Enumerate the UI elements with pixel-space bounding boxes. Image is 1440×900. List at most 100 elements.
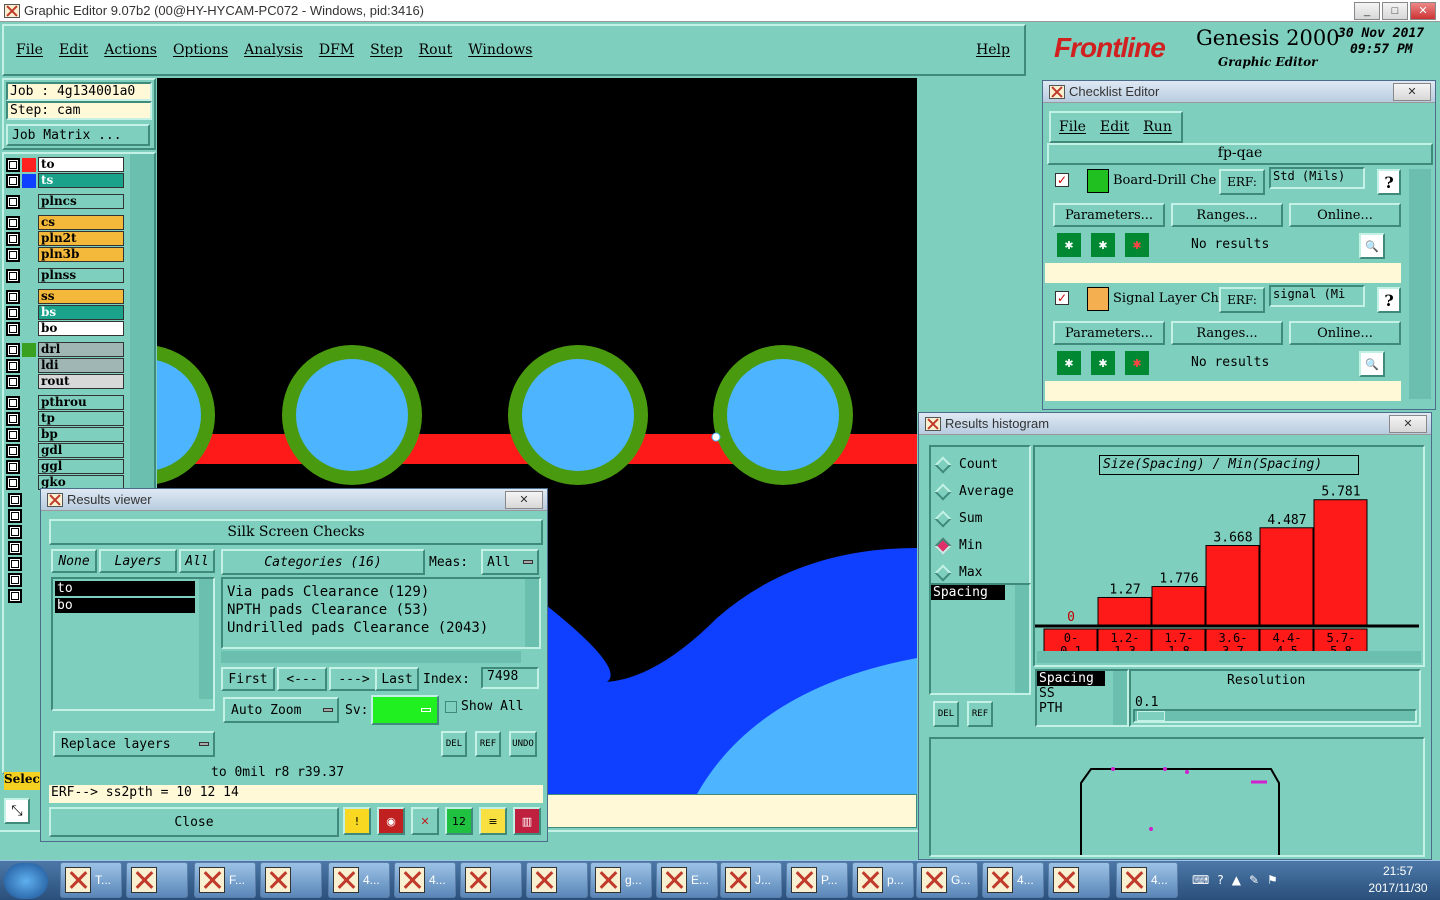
prev-button[interactable]: <--- — [277, 667, 327, 691]
taskbar-button[interactable]: 4... — [328, 862, 390, 898]
delete-tool-icon[interactable]: ✕ — [411, 807, 439, 835]
viewer-del-button[interactable]: DEL — [441, 731, 467, 757]
zoom-results-icon[interactable]: 🔍 — [1359, 233, 1385, 259]
menu-rout[interactable]: Rout — [419, 42, 453, 58]
resolution-slider[interactable] — [1133, 709, 1417, 723]
categories-hscroll[interactable] — [221, 651, 521, 663]
run-check-alt-icon[interactable]: ✱ — [1089, 231, 1117, 259]
result-layer-bo[interactable]: bo — [55, 598, 195, 613]
layer-row[interactable]: pthrou — [6, 395, 124, 410]
lower-list-item-1[interactable]: Spacing — [1037, 671, 1105, 686]
layer-color-swatch[interactable] — [22, 157, 36, 172]
menu-edit[interactable]: Edit — [59, 42, 88, 58]
viewer-ref-button[interactable]: REF — [475, 731, 501, 757]
lower-list-scrollbar[interactable] — [1113, 671, 1127, 725]
mode-sum[interactable]: Sum — [934, 505, 1029, 532]
taskbar-button[interactable] — [126, 862, 188, 898]
layer-checkbox[interactable] — [6, 173, 20, 188]
mode-average[interactable]: Average — [934, 478, 1029, 505]
checklist-scrollbar[interactable] — [1409, 169, 1431, 399]
layer-row[interactable]: ldi — [6, 358, 124, 373]
layer-row[interactable]: drl — [6, 342, 124, 357]
layer-color-swatch[interactable] — [22, 443, 36, 458]
spacing-list-item[interactable]: Spacing — [931, 585, 1005, 600]
viewer-close-icon[interactable]: ✕ — [505, 490, 543, 509]
layer-row[interactable]: pln3b — [6, 247, 124, 262]
layer-checkbox[interactable] — [6, 374, 20, 389]
layer-row[interactable]: ss — [6, 289, 124, 304]
histogram-ref-button[interactable]: REF — [967, 701, 993, 727]
layer-color-swatch[interactable] — [22, 289, 36, 304]
all-layers-button[interactable]: All — [179, 549, 215, 573]
layer-color-swatch[interactable] — [22, 194, 36, 209]
layer-color-swatch[interactable] — [22, 173, 36, 188]
layer-color-swatch[interactable] — [22, 321, 36, 336]
menu-analysis[interactable]: Analysis — [244, 42, 303, 58]
histogram-bar[interactable] — [1151, 586, 1206, 626]
layer-checkbox[interactable] — [8, 525, 22, 539]
taskbar-button[interactable]: p... — [852, 862, 914, 898]
layer-checkbox[interactable] — [6, 358, 20, 373]
layer-checkbox[interactable] — [6, 231, 20, 246]
taskbar-button[interactable]: 4... — [394, 862, 456, 898]
first-button[interactable]: First — [221, 667, 275, 691]
mode-average-radio-icon[interactable] — [934, 483, 952, 500]
maximize-icon[interactable]: □ — [1382, 1, 1408, 20]
resolution-slider-thumb[interactable] — [1137, 711, 1165, 721]
check-1-param[interactable]: Std (Mils) — [1269, 167, 1365, 189]
layer-checkbox[interactable] — [6, 194, 20, 209]
meas-select[interactable]: All — [481, 549, 539, 575]
layer-color-swatch[interactable] — [22, 358, 36, 373]
network-icon[interactable]: ▲ — [1232, 873, 1241, 887]
taskbar-button[interactable]: g... — [590, 862, 652, 898]
run-check-icon[interactable]: ✱ — [1055, 231, 1083, 259]
histogram-tool-icon[interactable]: ▥ — [513, 807, 541, 835]
result-layer-to[interactable]: to — [55, 581, 195, 596]
histogram-bar[interactable] — [1205, 545, 1260, 626]
taskbar-button[interactable]: G... — [916, 862, 978, 898]
menu-help[interactable]: Help — [976, 42, 1010, 58]
show-all-checkbox[interactable] — [445, 701, 457, 713]
layer-row[interactable]: gdl — [6, 443, 124, 458]
none-button[interactable]: None — [51, 549, 97, 573]
layer-color-swatch[interactable] — [22, 215, 36, 230]
layers-button[interactable]: Layers — [99, 549, 177, 573]
layer-color-swatch[interactable] — [22, 374, 36, 389]
layer-color-swatch[interactable] — [22, 231, 36, 246]
layer-color-swatch[interactable] — [22, 411, 36, 426]
layer-checkbox[interactable] — [6, 215, 20, 230]
menu-actions[interactable]: Actions — [104, 42, 157, 58]
layer-checkbox[interactable] — [6, 157, 20, 172]
category-item-1[interactable]: Via pads Clearance (129) — [227, 583, 539, 601]
categories-scrollbar[interactable] — [525, 579, 539, 647]
checklist-menu-run[interactable]: Run — [1143, 119, 1172, 135]
job-matrix-button[interactable]: Job Matrix ... — [6, 124, 150, 146]
histogram-del-button[interactable]: DEL — [933, 701, 959, 727]
taskbar-button[interactable]: J... — [720, 862, 782, 898]
check-1-help-button[interactable]: ? — [1377, 169, 1401, 195]
zoom-results-2-icon[interactable]: 🔍 — [1359, 351, 1385, 377]
menu-file[interactable]: File — [16, 42, 43, 58]
mode-min[interactable]: Min — [934, 532, 1029, 559]
pen-icon[interactable]: ✎ — [1249, 873, 1259, 887]
target-tool-icon[interactable]: ◉ — [377, 807, 405, 835]
layer-row[interactable]: to — [6, 157, 124, 172]
taskbar-button[interactable] — [260, 862, 322, 898]
auto-zoom-select[interactable]: Auto Zoom — [223, 697, 339, 723]
menu-step[interactable]: Step — [370, 42, 402, 58]
run-check-2-icon[interactable]: ✱ — [1055, 349, 1083, 377]
taskbar-button[interactable] — [1048, 862, 1110, 898]
layer-color-swatch[interactable] — [22, 427, 36, 442]
sv-color-select[interactable] — [371, 695, 439, 725]
layer-checkbox[interactable] — [8, 557, 22, 571]
layer-checkbox[interactable] — [8, 509, 22, 523]
taskbar-button[interactable]: 4... — [1116, 862, 1178, 898]
taskbar-button[interactable]: E... — [656, 862, 718, 898]
taskbar-button[interactable]: F... — [194, 862, 256, 898]
layer-row[interactable]: pln2t — [6, 231, 124, 246]
menu-options[interactable]: Options — [173, 42, 228, 58]
check-2-parameters-button[interactable]: Parameters... — [1053, 321, 1165, 345]
checklist-menu-edit[interactable]: Edit — [1100, 119, 1129, 135]
histogram-hscroll[interactable] — [1037, 651, 1421, 663]
layer-row[interactable]: bo — [6, 321, 124, 336]
